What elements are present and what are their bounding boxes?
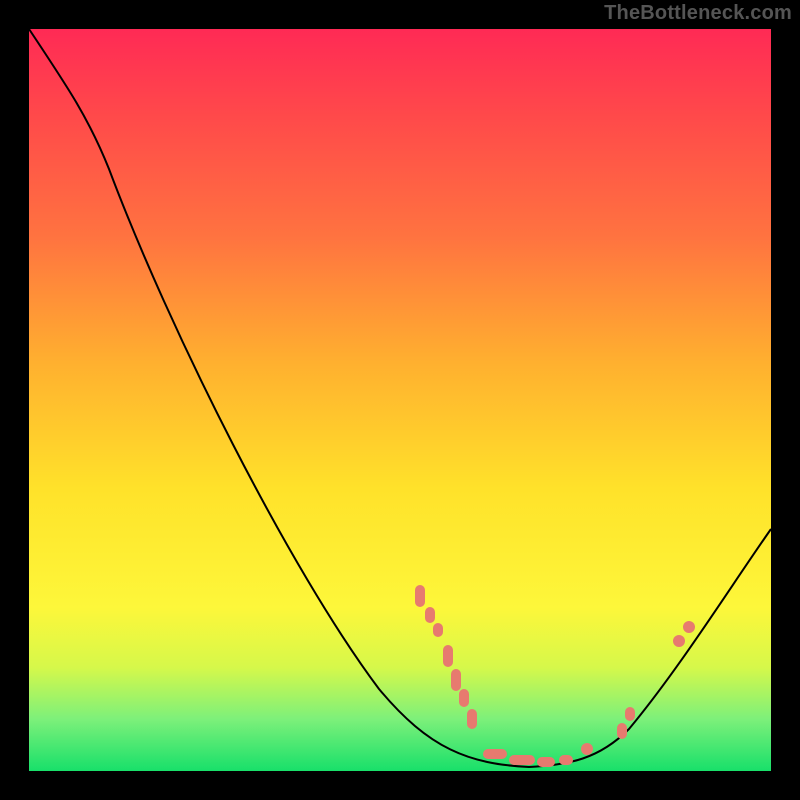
curve-marker bbox=[415, 585, 425, 607]
curve-marker bbox=[459, 689, 469, 707]
curve-marker bbox=[559, 755, 573, 765]
plot-area bbox=[29, 29, 771, 771]
curve-marker bbox=[625, 707, 635, 721]
chart-svg bbox=[29, 29, 771, 771]
curve-marker bbox=[581, 743, 593, 755]
curve-marker bbox=[673, 635, 685, 647]
curve-marker bbox=[451, 669, 461, 691]
curve-marker bbox=[443, 645, 453, 667]
watermark-text: TheBottleneck.com bbox=[604, 2, 792, 25]
curve-marker bbox=[617, 723, 627, 739]
curve-marker bbox=[537, 757, 555, 767]
curve-marker bbox=[467, 709, 477, 729]
curve-marker bbox=[509, 755, 535, 765]
curve-marker bbox=[483, 749, 507, 759]
curve-marker bbox=[433, 623, 443, 637]
curve-marker bbox=[683, 621, 695, 633]
chart-frame: TheBottleneck.com bbox=[0, 0, 800, 800]
curve-marker bbox=[425, 607, 435, 623]
bottleneck-curve bbox=[29, 29, 771, 767]
